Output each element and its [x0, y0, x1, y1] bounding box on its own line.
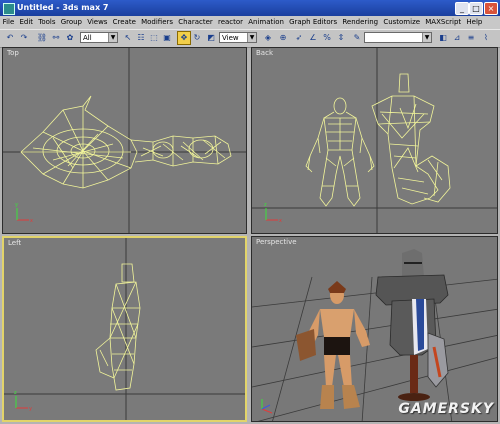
menu-bar: File Edit Tools Group Views Create Modifiers Ch…	[0, 16, 500, 29]
menu-help[interactable]: Help	[464, 16, 485, 29]
wireframe-model-top	[20, 95, 232, 189]
viewport-top-canvas: x y	[3, 48, 246, 233]
viewport-label-top: Top	[7, 49, 19, 57]
close-icon[interactable]: ×	[484, 2, 498, 15]
menu-customize[interactable]: Customize	[381, 16, 423, 29]
align-icon[interactable]: ⊿	[451, 32, 463, 44]
window-title: Untitled - 3ds max 7	[17, 3, 109, 12]
axis-tripod-icon: x z	[264, 202, 282, 224]
viewport-label-back: Back	[256, 49, 273, 57]
axis-tripod-icon: x y	[15, 202, 33, 224]
svg-text:x: x	[279, 218, 282, 224]
title-bar: Untitled - 3ds max 7 _ □ ×	[0, 0, 500, 16]
menu-edit[interactable]: Edit	[17, 16, 36, 29]
select-manipulate-icon[interactable]: ⊕	[277, 32, 289, 44]
rotate-icon[interactable]: ↻	[191, 32, 203, 44]
rectangular-selection-icon[interactable]: ⬚	[148, 32, 160, 44]
layer-manager-icon[interactable]: ≡	[465, 32, 477, 44]
maximize-icon[interactable]: □	[469, 2, 483, 15]
menu-animation[interactable]: Animation	[246, 16, 287, 29]
minimize-icon[interactable]: _	[455, 2, 469, 15]
redo-icon[interactable]: ↷	[18, 32, 30, 44]
named-selection-icon[interactable]: ✎	[351, 32, 363, 44]
select-and-link-icon[interactable]: ⛓	[36, 32, 48, 44]
menu-modifiers[interactable]: Modifiers	[139, 16, 176, 29]
wireframe-knight-back	[371, 73, 451, 205]
watermark: GAMERSKY	[398, 401, 494, 417]
svg-text:y: y	[15, 202, 18, 208]
axis-tripod-icon	[261, 399, 273, 414]
app-icon[interactable]	[3, 3, 15, 15]
move-icon[interactable]: ✥	[177, 31, 191, 45]
named-selection-sets-dropdown[interactable]: ▼	[364, 32, 432, 43]
selection-filter-dropdown[interactable]: All ▼	[80, 32, 118, 43]
window-crossing-icon[interactable]: ▣	[161, 32, 173, 44]
pivot-center-icon[interactable]: ◈	[262, 32, 274, 44]
wireframe-warrior-back	[305, 97, 375, 207]
viewport-label-left: Left	[8, 239, 22, 247]
chevron-down-icon: ▼	[422, 33, 431, 42]
undo-icon[interactable]: ↶	[4, 32, 16, 44]
menu-character[interactable]: Character	[176, 16, 216, 29]
viewport-perspective[interactable]: Perspective GAMERSKY	[251, 236, 498, 422]
reference-coordinate-dropdown[interactable]: View ▼	[219, 32, 257, 43]
chevron-down-icon: ▼	[108, 33, 117, 42]
percent-snap-icon[interactable]: %	[321, 32, 333, 44]
chevron-down-icon: ▼	[247, 33, 256, 42]
menu-tools[interactable]: Tools	[36, 16, 58, 29]
menu-group[interactable]: Group	[58, 16, 85, 29]
selection-filter-value: All	[83, 34, 92, 42]
viewport-back-canvas: x z	[252, 48, 497, 233]
bind-space-warp-icon[interactable]: ✿	[64, 32, 76, 44]
menu-reactor[interactable]: reactor	[215, 16, 245, 29]
viewport-perspective-canvas	[252, 249, 497, 421]
snap-toggle-icon[interactable]: ➶	[293, 32, 305, 44]
armored-knight-character	[375, 249, 449, 401]
menu-graph-editors[interactable]: Graph Editors	[287, 16, 340, 29]
select-object-icon[interactable]: ↖	[122, 32, 134, 44]
svg-text:z: z	[14, 390, 17, 396]
angle-snap-icon[interactable]: ∠	[307, 32, 319, 44]
menu-rendering[interactable]: Rendering	[340, 16, 381, 29]
menu-create[interactable]: Create	[110, 16, 138, 29]
svg-text:z: z	[264, 202, 267, 208]
svg-text:x: x	[30, 218, 33, 224]
barbarian-character	[296, 281, 370, 409]
menu-maxscript[interactable]: MAXScript	[423, 16, 464, 29]
scale-icon[interactable]: ◩	[205, 32, 217, 44]
mirror-icon[interactable]: ◧	[437, 32, 449, 44]
unlink-icon[interactable]: ⚯	[50, 32, 62, 44]
viewport-top[interactable]: Top x y	[2, 47, 247, 234]
reference-coordinate-value: View	[222, 34, 239, 42]
menu-views[interactable]: Views	[85, 16, 110, 29]
viewport-left-canvas: y z	[4, 238, 245, 420]
wireframe-model-left	[95, 263, 141, 391]
viewport-label-perspective: Perspective	[256, 238, 297, 246]
svg-text:y: y	[29, 406, 32, 412]
viewport-left[interactable]: Left y z	[2, 236, 247, 422]
menu-file[interactable]: File	[0, 16, 17, 29]
curve-editor-icon[interactable]: ⌇	[480, 32, 492, 44]
viewport-back[interactable]: Back x z	[251, 47, 498, 234]
spinner-snap-icon[interactable]: ⇕	[335, 32, 347, 44]
select-by-name-icon[interactable]: ☷	[135, 32, 147, 44]
axis-tripod-icon: y z	[14, 390, 32, 412]
main-toolbar: ↶ ↷ ⛓ ⚯ ✿ All ▼ ↖ ☷ ⬚ ▣ ✥ ↻ ◩ View ▼ ◈ ⊕…	[0, 29, 500, 48]
